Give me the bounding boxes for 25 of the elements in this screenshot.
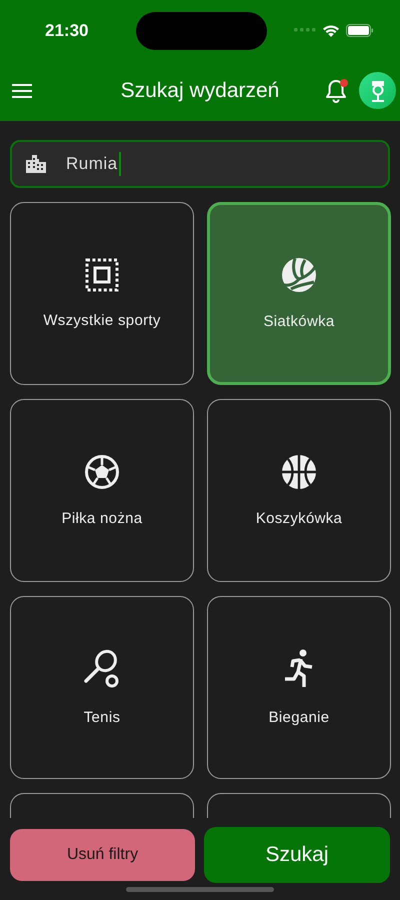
sport-tile[interactable]: Tenis bbox=[10, 596, 194, 779]
football-icon bbox=[84, 454, 120, 490]
battery-icon bbox=[346, 24, 374, 36]
basketball-icon bbox=[281, 454, 317, 490]
sport-tile[interactable]: Piłka nożna bbox=[10, 399, 194, 582]
sport-tile[interactable]: Koszykówka bbox=[207, 399, 391, 582]
menu-button[interactable] bbox=[12, 82, 32, 98]
profile-avatar[interactable] bbox=[359, 72, 396, 109]
location-field[interactable]: Rumia bbox=[10, 140, 390, 188]
city-icon bbox=[26, 155, 46, 173]
dotted-square-icon bbox=[85, 258, 119, 292]
signal-icon bbox=[294, 28, 316, 32]
clear-filters-button[interactable]: Usuń filtry bbox=[10, 829, 195, 881]
sport-tile[interactable]: Wszystkie sporty bbox=[10, 202, 194, 385]
notifications-button[interactable] bbox=[323, 76, 349, 104]
tennis-racket-icon bbox=[84, 649, 120, 689]
running-person-icon bbox=[284, 649, 314, 689]
status-time: 21:30 bbox=[45, 21, 90, 41]
text-cursor bbox=[118, 152, 121, 176]
sport-tile[interactable]: Siatkówka bbox=[207, 202, 391, 385]
wifi-icon bbox=[322, 24, 340, 36]
volleyball-icon bbox=[281, 257, 317, 293]
sport-tile[interactable]: Bieganie bbox=[207, 596, 391, 779]
search-button[interactable]: Szukaj bbox=[204, 827, 390, 883]
screen-title: Szukaj wydarzeń bbox=[120, 78, 280, 102]
